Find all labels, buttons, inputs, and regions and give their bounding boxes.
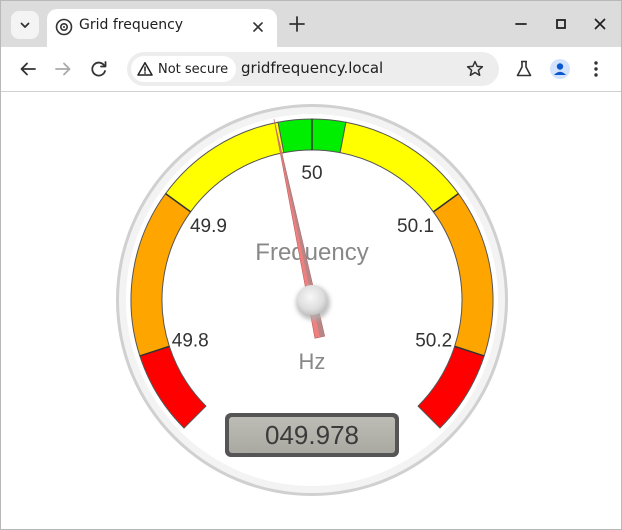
tab-title: Grid frequency [79,17,184,33]
tab-strip: Grid frequency [1,1,621,47]
page-content: 49.8 49.9 50 50.1 50.2 Frequency Hz 049.978 [1,92,621,529]
gauge-tick-label: 49.8 [172,331,209,352]
browser-window: Grid frequency Not secure gridfrequency.… [0,0,622,530]
url-text[interactable]: gridfrequency.local [241,59,383,77]
value-display: 049.978 [225,413,399,457]
profile-avatar-icon[interactable] [549,58,571,80]
value-display-text: 049.978 [265,420,359,450]
labs-flask-icon[interactable] [513,58,535,80]
close-tab-icon[interactable] [249,18,267,36]
tab-search-button[interactable] [11,11,39,39]
new-tab-icon[interactable] [287,14,307,34]
gauge-units: Hz [299,349,326,374]
address-bar[interactable]: Not secure gridfrequency.local [127,52,499,86]
gauge-tick-label: 49.9 [190,216,227,237]
gauge-title: Frequency [255,239,368,266]
warning-icon [137,62,153,76]
forward-arrow-icon[interactable] [52,58,74,80]
gauge-tick-label: 50 [301,163,322,184]
frequency-gauge: 49.8 49.9 50 50.1 50.2 Frequency Hz 049.978 [116,104,508,496]
more-menu-icon[interactable] [585,58,607,80]
chevron-down-icon [20,22,30,28]
browser-toolbar: Not secure gridfrequency.local [1,47,621,92]
minimize-icon[interactable] [511,14,531,34]
needle-hub [297,285,327,315]
site-favicon-icon [55,18,73,36]
gauge-tick-label: 50.2 [415,331,452,352]
security-label: Not secure [158,61,229,77]
reload-icon[interactable] [88,58,110,80]
back-arrow-icon[interactable] [17,58,39,80]
security-indicator[interactable]: Not secure [131,56,237,82]
bookmark-star-icon[interactable] [465,59,485,79]
maximize-icon[interactable] [551,14,571,34]
close-window-icon[interactable] [590,14,610,34]
gauge-tick-label: 50.1 [397,216,434,237]
tab-grid-frequency[interactable]: Grid frequency [47,9,277,47]
